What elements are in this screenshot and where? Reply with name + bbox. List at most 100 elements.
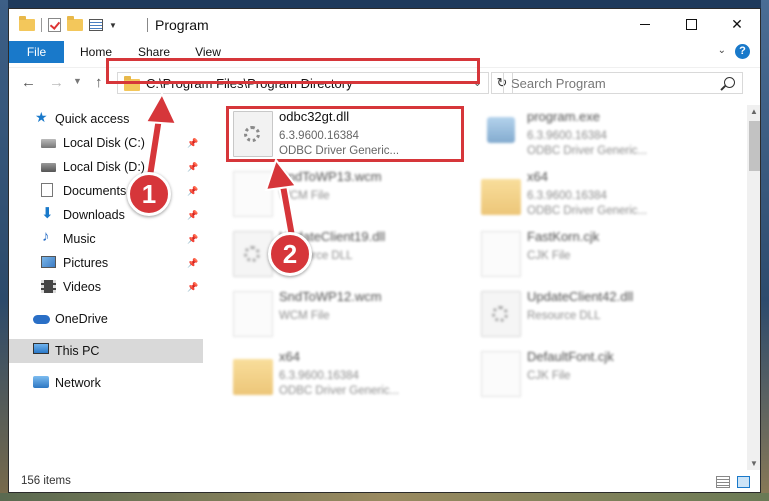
download-icon: ⬇ [41, 205, 54, 222]
star-icon: ★ [35, 109, 48, 125]
network-icon [33, 376, 49, 388]
sidebar-item-downloads[interactable]: ⬇ Downloads 📌 [9, 203, 203, 227]
tab-view[interactable]: View [185, 41, 231, 63]
sidebar-item-label: Local Disk (C:) [63, 136, 145, 150]
pin-icon[interactable]: 📌 [187, 282, 198, 293]
sidebar-item-videos[interactable]: Videos 📌 [9, 275, 203, 299]
toolbar-separator [41, 18, 42, 32]
chevron-down-icon[interactable]: ⌄ [473, 76, 482, 89]
maximize-button[interactable] [668, 9, 714, 39]
tab-file[interactable]: File [9, 41, 64, 63]
item-count: 156 items [21, 475, 71, 487]
scroll-down-icon[interactable]: ▼ [750, 459, 758, 468]
file-description: ODBC Driver Generic... [279, 385, 400, 397]
properties-icon[interactable] [89, 19, 103, 31]
help-icon[interactable]: ? [735, 44, 750, 59]
address-path[interactable]: C:\Program Files\Program Directory [146, 76, 353, 91]
dll-icon [481, 291, 521, 337]
file-details: 6.3.9600.16384 ODBC Driver Generic... [279, 129, 399, 159]
file-item-sndtowp13[interactable]: SndToWP13.wcm WCM File [229, 165, 465, 223]
file-item-fastkorn[interactable]: FastKorn.cjk CJK File [477, 225, 713, 283]
large-icons-view-icon[interactable] [737, 476, 750, 488]
ribbon-expand-icon[interactable]: ⌄ [718, 45, 726, 56]
minimize-icon [640, 23, 650, 25]
address-bar[interactable]: C:\Program Files\Program Directory ⌄ [117, 72, 489, 94]
pin-icon[interactable]: 📌 [187, 186, 198, 197]
sidebar-item-label: Videos [63, 280, 101, 294]
file-icon [481, 351, 521, 397]
file-name: DefaultFont.cjk [527, 349, 614, 364]
file-version: 6.3.9600.16384 [527, 130, 607, 142]
chevron-down-icon[interactable]: ▼ [109, 21, 117, 30]
title-separator [147, 18, 148, 32]
file-icon [233, 171, 273, 217]
file-description: ODBC Driver Generic... [527, 205, 648, 217]
back-arrow-icon[interactable]: ← [21, 74, 36, 91]
file-item-updateclient19[interactable]: UpdateClient19.dll Resource DLL [229, 225, 465, 283]
window-title: Program [155, 17, 209, 33]
close-button[interactable]: ✕ [714, 9, 760, 39]
file-item-x64[interactable]: x64 6.3.9600.16384 ODBC Driver Generic... [477, 165, 713, 223]
cloud-icon [33, 315, 50, 324]
folder-icon [19, 16, 35, 31]
film-icon [41, 280, 56, 293]
minimize-button[interactable] [622, 9, 668, 39]
new-folder-icon[interactable] [67, 16, 83, 31]
pin-icon[interactable]: 📌 [187, 162, 198, 173]
file-name: SndToWP13.wcm [279, 169, 382, 184]
pin-icon[interactable]: 📌 [187, 138, 198, 149]
file-type: Resource DLL [527, 310, 601, 322]
pin-icon[interactable]: 📌 [187, 234, 198, 245]
sidebar-item-quick-access[interactable]: ★ Quick access [9, 107, 203, 131]
sidebar-item-pictures[interactable]: Pictures 📌 [9, 251, 203, 275]
vertical-scrollbar[interactable]: ▲ ▼ [747, 105, 760, 470]
file-icon [481, 231, 521, 277]
file-item-odbc32gt-dll[interactable]: odbc32gt.dll 6.3.9600.16384 ODBC Driver G… [229, 105, 465, 163]
file-explorer-window: ▼ Program ✕ File Home Share View ⌄ ? ← →… [8, 8, 761, 493]
search-input[interactable]: Search Program [503, 72, 743, 94]
title-bar: ▼ Program ✕ [9, 9, 760, 41]
file-description: ODBC Driver Generic... [527, 145, 648, 157]
file-name: FastKorn.cjk [527, 229, 600, 244]
properties-check-icon[interactable] [48, 18, 61, 32]
dll-icon [233, 231, 273, 277]
recent-locations-icon[interactable]: ▼ [73, 76, 82, 86]
sidebar-item-label: Music [63, 232, 96, 246]
ribbon-tabs: File Home Share View ⌄ ? [9, 41, 760, 63]
pin-icon[interactable]: 📌 [187, 210, 198, 221]
sidebar-item-documents[interactable]: Documents 📌 [9, 179, 203, 203]
file-name: x64 [527, 169, 548, 184]
scrollbar-thumb[interactable] [749, 121, 760, 171]
close-icon: ✕ [731, 15, 743, 32]
up-arrow-icon[interactable]: ↑ [95, 74, 103, 91]
pin-icon[interactable]: 📌 [187, 258, 198, 269]
file-item-sndtowp12[interactable]: SndToWP12.wcm WCM File [229, 285, 465, 343]
scroll-up-icon[interactable]: ▲ [750, 107, 758, 116]
file-type: CJK File [527, 250, 571, 262]
tab-home[interactable]: Home [71, 41, 121, 63]
maximize-icon [685, 18, 697, 30]
sidebar-item-music[interactable]: ♪ Music 📌 [9, 227, 203, 251]
file-type: CJK File [527, 370, 571, 382]
file-item-updateclient42[interactable]: UpdateClient42.dll Resource DLL [477, 285, 713, 343]
file-type: WCM File [279, 190, 330, 202]
sidebar-item-this-pc[interactable]: This PC [9, 339, 203, 363]
music-note-icon: ♪ [42, 228, 50, 245]
navigation-pane: ★ Quick access Local Disk (C:) 📌 Local D… [9, 105, 203, 470]
sidebar-item-label: Pictures [63, 256, 109, 270]
folder-icon [233, 359, 273, 395]
file-item-x64-2[interactable]: x64 6.3.9600.16384 ODBC Driver Generic... [229, 345, 465, 403]
forward-arrow-icon[interactable]: → [49, 74, 64, 91]
file-details: 6.3.9600.16384 ODBC Driver Generic... [527, 129, 647, 159]
file-item-defaultfont[interactable]: DefaultFont.cjk CJK File [477, 345, 713, 403]
search-icon [724, 77, 735, 88]
sidebar-item-onedrive[interactable]: OneDrive [9, 307, 203, 331]
sidebar-item-local-disk-c[interactable]: Local Disk (C:) 📌 [9, 131, 203, 155]
file-item-program-exe[interactable]: program.exe 6.3.9600.16384 ODBC Driver Ge… [477, 105, 713, 163]
folder-icon [481, 179, 521, 215]
sidebar-item-local-disk-d[interactable]: Local Disk (D:) 📌 [9, 155, 203, 179]
sidebar-item-network[interactable]: Network [9, 371, 203, 395]
tab-share[interactable]: Share [129, 41, 179, 63]
details-view-icon[interactable] [716, 476, 730, 488]
file-icon [233, 291, 273, 337]
